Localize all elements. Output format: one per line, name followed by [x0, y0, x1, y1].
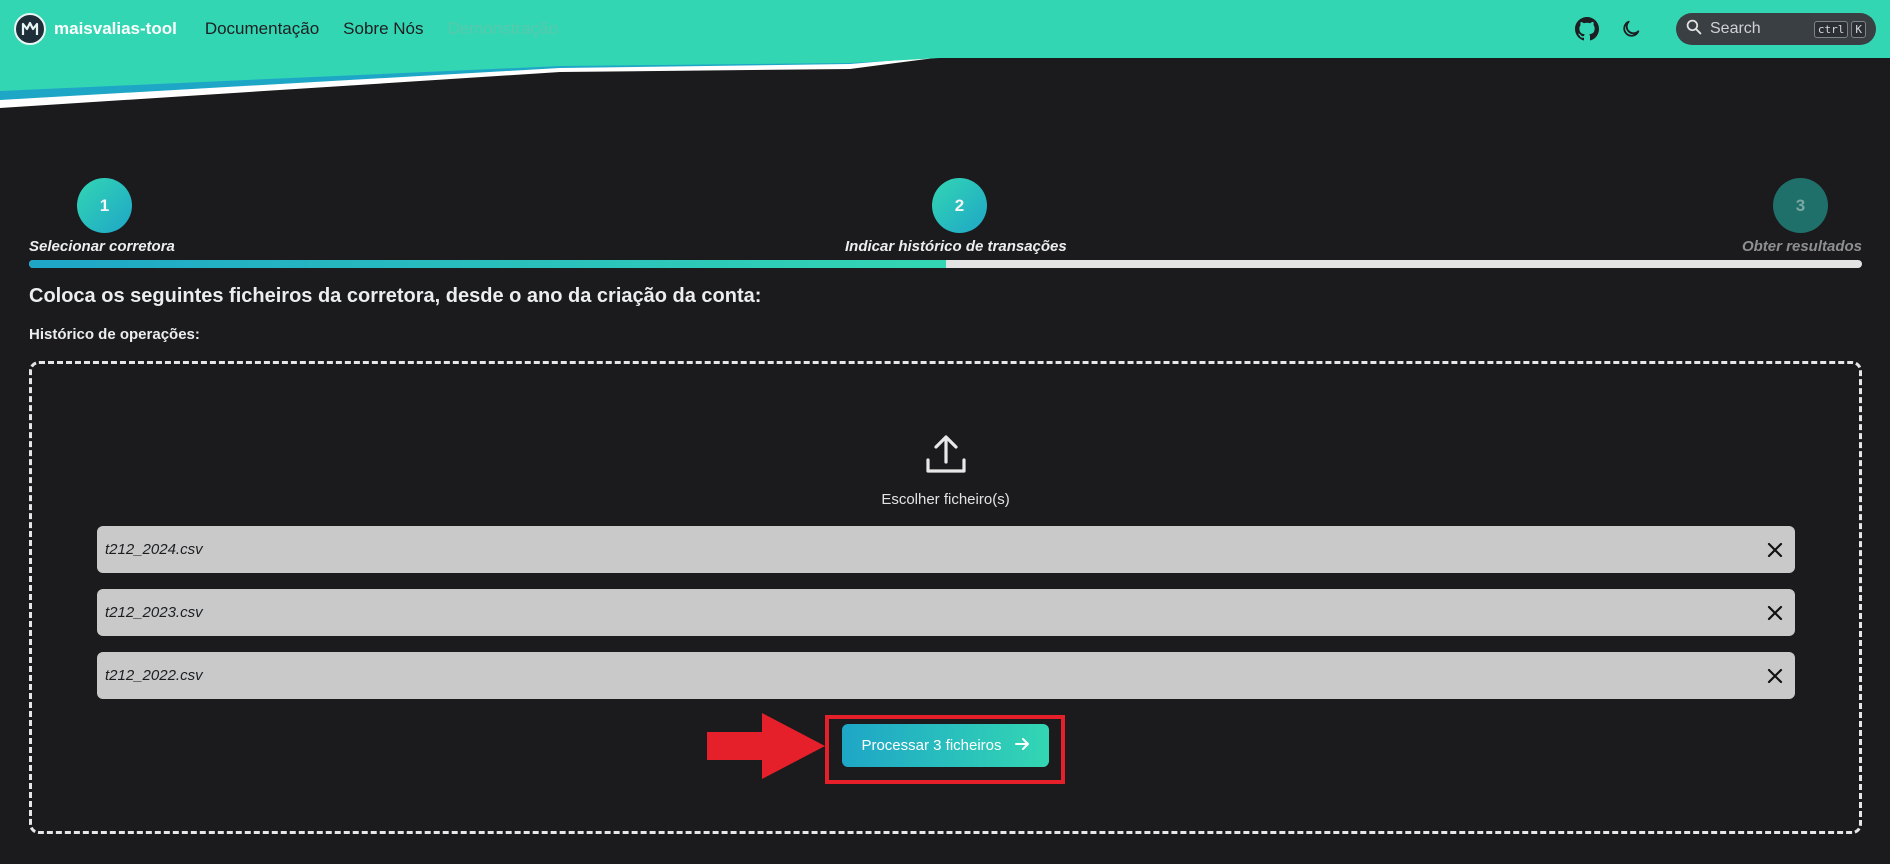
file-item: t212_2022.csv — [97, 652, 1795, 699]
upload-icon[interactable] — [924, 432, 968, 481]
annotation-arrow-icon — [707, 713, 825, 779]
file-name: t212_2023.csv — [105, 604, 203, 621]
file-item: t212_2024.csv — [97, 526, 1795, 573]
step-2-label: Indicar histórico de transações — [845, 238, 1067, 255]
step-3-circle: 3 — [1773, 178, 1828, 233]
process-files-button[interactable]: Processar 3 ficheiros — [842, 724, 1049, 767]
header-wave — [0, 56, 1890, 108]
search-placeholder: Search — [1710, 20, 1761, 37]
close-icon[interactable] — [1763, 664, 1787, 688]
process-button-label: Processar 3 ficheiros — [861, 737, 1002, 754]
step-1-label: Selecionar corretora — [29, 238, 175, 255]
stepper: 1 Selecionar corretora 2 Indicar históri… — [29, 178, 1862, 268]
shortcut-key-k: K — [1851, 20, 1866, 38]
step-2-circle: 2 — [932, 178, 987, 233]
nav-link-documentacao[interactable]: Documentação — [205, 19, 319, 39]
file-name: t212_2024.csv — [105, 541, 203, 558]
navbar-right: Search ctrl K — [1560, 13, 1876, 45]
upload-area[interactable]: Escolher ficheiro(s) — [32, 432, 1859, 508]
brand-name: maisvalias-tool — [54, 19, 177, 38]
search-icon — [1686, 19, 1702, 40]
close-icon[interactable] — [1763, 538, 1787, 562]
file-item: t212_2023.csv — [97, 589, 1795, 636]
step-1-circle: 1 — [77, 178, 132, 233]
step-3-label: Obter resultados — [1741, 238, 1862, 255]
arrow-right-icon — [1014, 736, 1030, 756]
progress-bar-fill — [29, 260, 946, 268]
shortcut-key-ctrl: ctrl — [1813, 20, 1849, 38]
moon-icon[interactable] — [1616, 14, 1646, 44]
file-name: t212_2022.csv — [105, 667, 203, 684]
logo-icon — [14, 13, 46, 45]
section-heading-operations: Histórico de operações: — [29, 326, 200, 343]
navbar: maisvalias-tool Documentação Sobre Nós D… — [0, 0, 1890, 58]
page-heading: Coloca os seguintes ficheiros da correto… — [29, 285, 762, 307]
nav-link-demonstracao[interactable]: Demonstração — [448, 19, 559, 39]
github-icon[interactable] — [1572, 14, 1602, 44]
search-box[interactable]: Search ctrl K — [1676, 13, 1876, 45]
upload-label[interactable]: Escolher ficheiro(s) — [881, 491, 1009, 508]
brand[interactable]: maisvalias-tool — [14, 13, 177, 45]
nav-link-sobre-nos[interactable]: Sobre Nós — [343, 19, 423, 39]
close-icon[interactable] — [1763, 601, 1787, 625]
progress-bar — [29, 260, 1862, 268]
